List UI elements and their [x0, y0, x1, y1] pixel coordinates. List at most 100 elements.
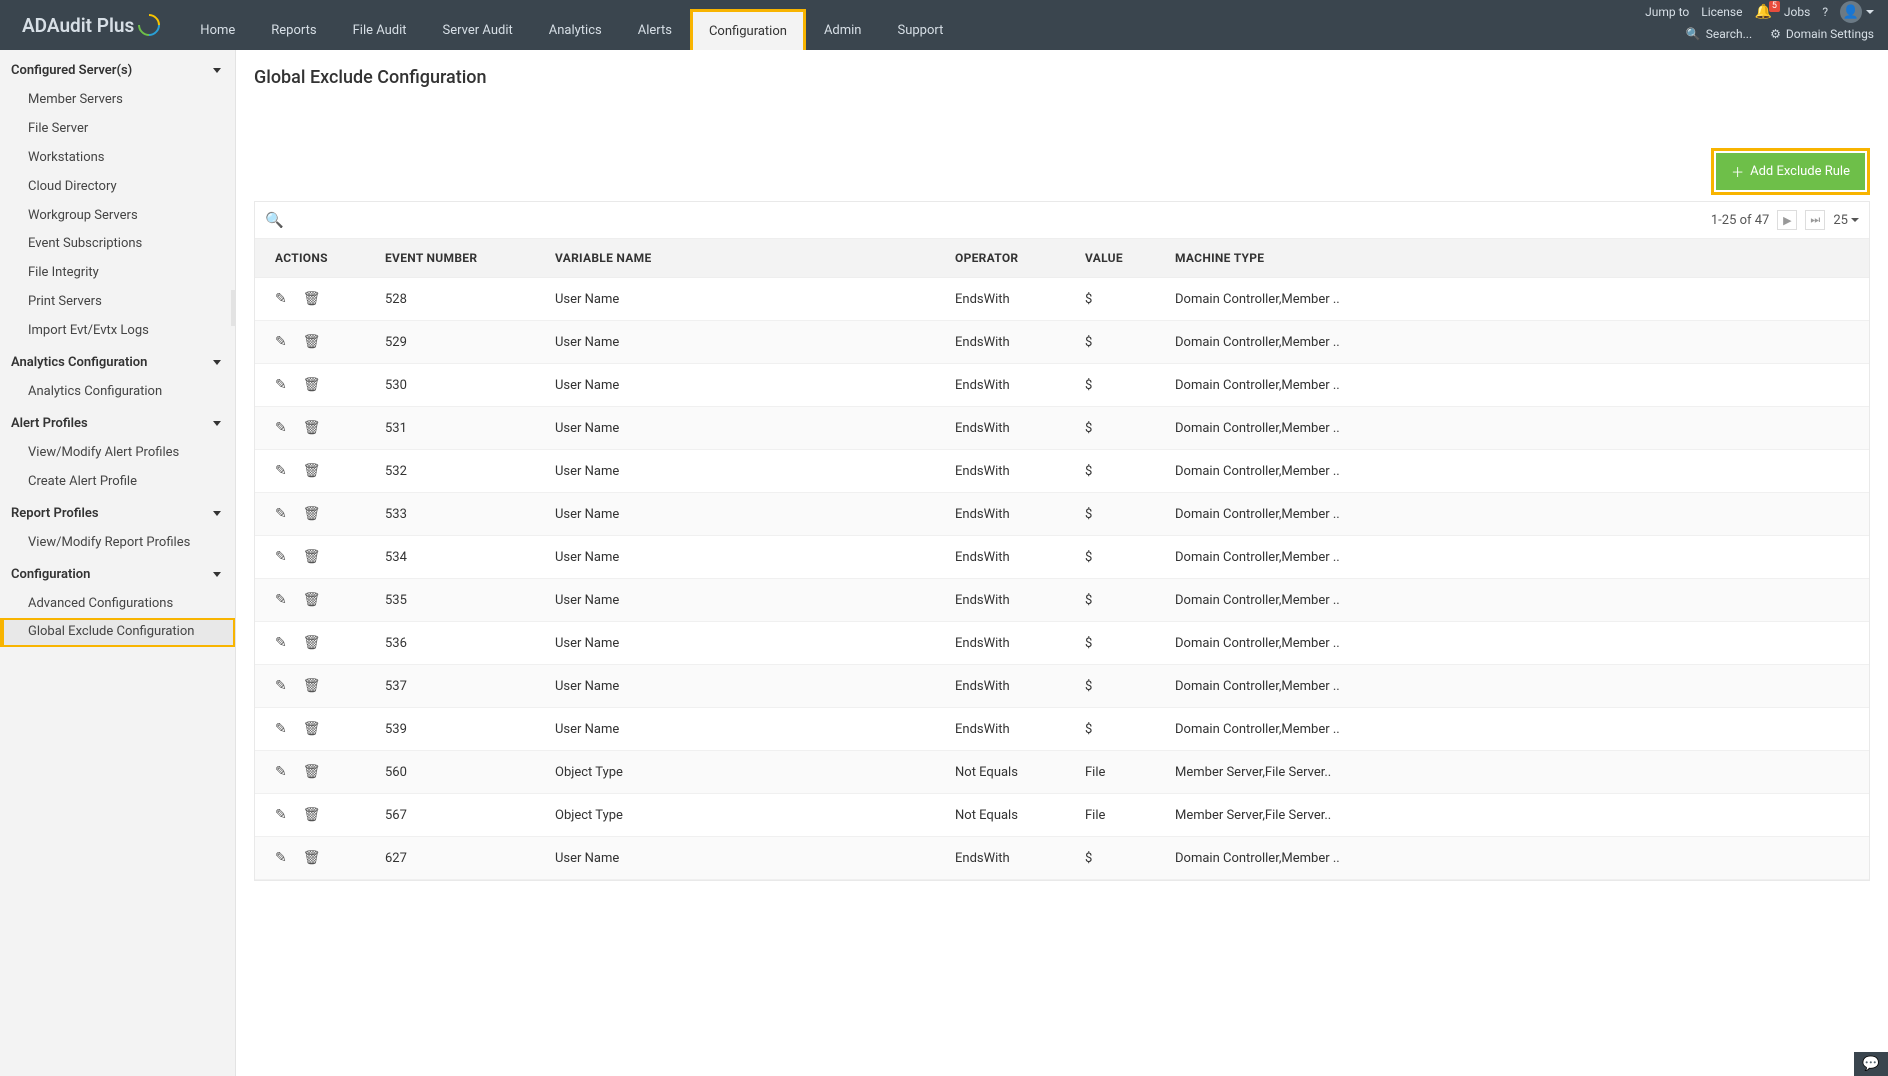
edit-icon[interactable]: ✎ [275, 635, 287, 651]
help-link[interactable]: ? [1822, 5, 1828, 19]
delete-icon[interactable]: 🗑 [303, 506, 321, 522]
delete-icon[interactable]: 🗑 [303, 850, 321, 866]
cell-machine-type: Domain Controller,Member .. [1165, 622, 1869, 665]
cell-value: $ [1075, 450, 1165, 493]
edit-icon[interactable]: ✎ [275, 721, 287, 737]
sidebar-item-print-servers[interactable]: Print Servers [0, 288, 235, 317]
cell-machine-type: Domain Controller,Member .. [1165, 364, 1869, 407]
domain-settings-link[interactable]: ⚙Domain Settings [1770, 27, 1874, 41]
nav-file-audit[interactable]: File Audit [335, 8, 425, 50]
delete-icon[interactable]: 🗑 [303, 721, 321, 737]
nav-server-audit[interactable]: Server Audit [425, 8, 531, 50]
table-row: ✎🗑529User NameEndsWith$Domain Controller… [255, 321, 1869, 364]
bell-icon[interactable]: 🔔5 [1754, 4, 1771, 20]
delete-icon[interactable]: 🗑 [303, 549, 321, 565]
delete-icon[interactable]: 🗑 [303, 635, 321, 651]
delete-icon[interactable]: 🗑 [303, 463, 321, 479]
table-search-icon[interactable]: 🔍 [265, 211, 284, 229]
cell-value: $ [1075, 321, 1165, 364]
pager-next-button[interactable]: ▶ [1777, 210, 1797, 230]
nav-configuration[interactable]: Configuration [690, 9, 806, 51]
sidebar-item-view-modify-report-profiles[interactable]: View/Modify Report Profiles [0, 529, 235, 558]
cell-variable: User Name [545, 708, 945, 751]
nav-admin[interactable]: Admin [806, 8, 880, 50]
jobs-link[interactable]: Jobs [1784, 5, 1810, 19]
chevron-down-icon [213, 572, 221, 577]
edit-icon[interactable]: ✎ [275, 420, 287, 436]
sidebar-item-file-integrity[interactable]: File Integrity [0, 259, 235, 288]
edit-icon[interactable]: ✎ [275, 463, 287, 479]
sidebar-group-configured-server-s-[interactable]: Configured Server(s) [0, 54, 235, 86]
main-content: Global Exclude Configuration ＋ Add Exclu… [236, 50, 1888, 1076]
cell-value: File [1075, 794, 1165, 837]
cell-variable: User Name [545, 450, 945, 493]
sidebar-group-configuration[interactable]: Configuration [0, 558, 235, 590]
edit-icon[interactable]: ✎ [275, 506, 287, 522]
col-operator[interactable]: OPERATOR [945, 239, 1075, 278]
col-event-number[interactable]: EVENT NUMBER [375, 239, 545, 278]
cell-value: $ [1075, 364, 1165, 407]
search-icon: 🔍 [1686, 27, 1701, 41]
sidebar-item-analytics-configuration[interactable]: Analytics Configuration [0, 378, 235, 407]
delete-icon[interactable]: 🗑 [303, 764, 321, 780]
edit-icon[interactable]: ✎ [275, 377, 287, 393]
sidebar-item-cloud-directory[interactable]: Cloud Directory [0, 173, 235, 202]
nav-reports[interactable]: Reports [253, 8, 334, 50]
add-exclude-rule-button[interactable]: ＋ Add Exclude Rule [1716, 153, 1865, 190]
delete-icon[interactable]: 🗑 [303, 334, 321, 350]
sidebar-item-event-subscriptions[interactable]: Event Subscriptions [0, 230, 235, 259]
cell-variable: User Name [545, 622, 945, 665]
sidebar-item-create-alert-profile[interactable]: Create Alert Profile [0, 468, 235, 497]
cell-value: $ [1075, 536, 1165, 579]
col-value[interactable]: VALUE [1075, 239, 1165, 278]
delete-icon[interactable]: 🗑 [303, 807, 321, 823]
col-variable-name[interactable]: VARIABLE NAME [545, 239, 945, 278]
cell-value: $ [1075, 493, 1165, 536]
sidebar-item-advanced-configurations[interactable]: Advanced Configurations [0, 590, 235, 619]
nav-support[interactable]: Support [880, 8, 962, 50]
col-actions[interactable]: ACTIONS [255, 239, 375, 278]
sidebar-item-file-server[interactable]: File Server [0, 115, 235, 144]
cell-variable: Object Type [545, 751, 945, 794]
delete-icon[interactable]: 🗑 [303, 377, 321, 393]
delete-icon[interactable]: 🗑 [303, 291, 321, 307]
page-size-dropdown[interactable]: 25 [1833, 213, 1859, 228]
sidebar-item-member-servers[interactable]: Member Servers [0, 86, 235, 115]
edit-icon[interactable]: ✎ [275, 549, 287, 565]
edit-icon[interactable]: ✎ [275, 592, 287, 608]
edit-icon[interactable]: ✎ [275, 334, 287, 350]
delete-icon[interactable]: 🗑 [303, 678, 321, 694]
cell-operator: EndsWith [945, 708, 1075, 751]
col-machine-type[interactable]: MACHINE TYPE [1165, 239, 1869, 278]
sidebar-item-view-modify-alert-profiles[interactable]: View/Modify Alert Profiles [0, 439, 235, 468]
search-link[interactable]: 🔍Search... [1686, 27, 1752, 41]
nav-home[interactable]: Home [182, 8, 253, 50]
delete-icon[interactable]: 🗑 [303, 420, 321, 436]
edit-icon[interactable]: ✎ [275, 807, 287, 823]
table-row: ✎🗑528User NameEndsWith$Domain Controller… [255, 278, 1869, 321]
sidebar-item-workgroup-servers[interactable]: Workgroup Servers [0, 202, 235, 231]
nav-analytics[interactable]: Analytics [531, 8, 620, 50]
chat-icon[interactable]: 💬 [1854, 1052, 1888, 1076]
cell-variable: User Name [545, 665, 945, 708]
jump-to-link[interactable]: Jump to [1645, 5, 1689, 19]
license-link[interactable]: License [1701, 5, 1742, 19]
cell-value: $ [1075, 837, 1165, 880]
sidebar-group-report-profiles[interactable]: Report Profiles [0, 497, 235, 529]
sidebar-item-workstations[interactable]: Workstations [0, 144, 235, 173]
sidebar-item-import-evt-evtx-logs[interactable]: Import Evt/Evtx Logs [0, 317, 235, 346]
edit-icon[interactable]: ✎ [275, 764, 287, 780]
sidebar-group-analytics-configuration[interactable]: Analytics Configuration [0, 346, 235, 378]
nav-alerts[interactable]: Alerts [620, 8, 690, 50]
pager-last-button[interactable]: ⏭ [1805, 210, 1825, 230]
edit-icon[interactable]: ✎ [275, 291, 287, 307]
cell-value: $ [1075, 708, 1165, 751]
edit-icon[interactable]: ✎ [275, 850, 287, 866]
sidebar-group-alert-profiles[interactable]: Alert Profiles [0, 407, 235, 439]
sidebar-item-global-exclude-configuration[interactable]: Global Exclude Configuration [0, 618, 235, 647]
brand-logo: ADAudit Plus [0, 0, 182, 50]
edit-icon[interactable]: ✎ [275, 678, 287, 694]
user-menu[interactable]: 👤 [1840, 1, 1874, 23]
delete-icon[interactable]: 🗑 [303, 592, 321, 608]
cell-variable: User Name [545, 364, 945, 407]
